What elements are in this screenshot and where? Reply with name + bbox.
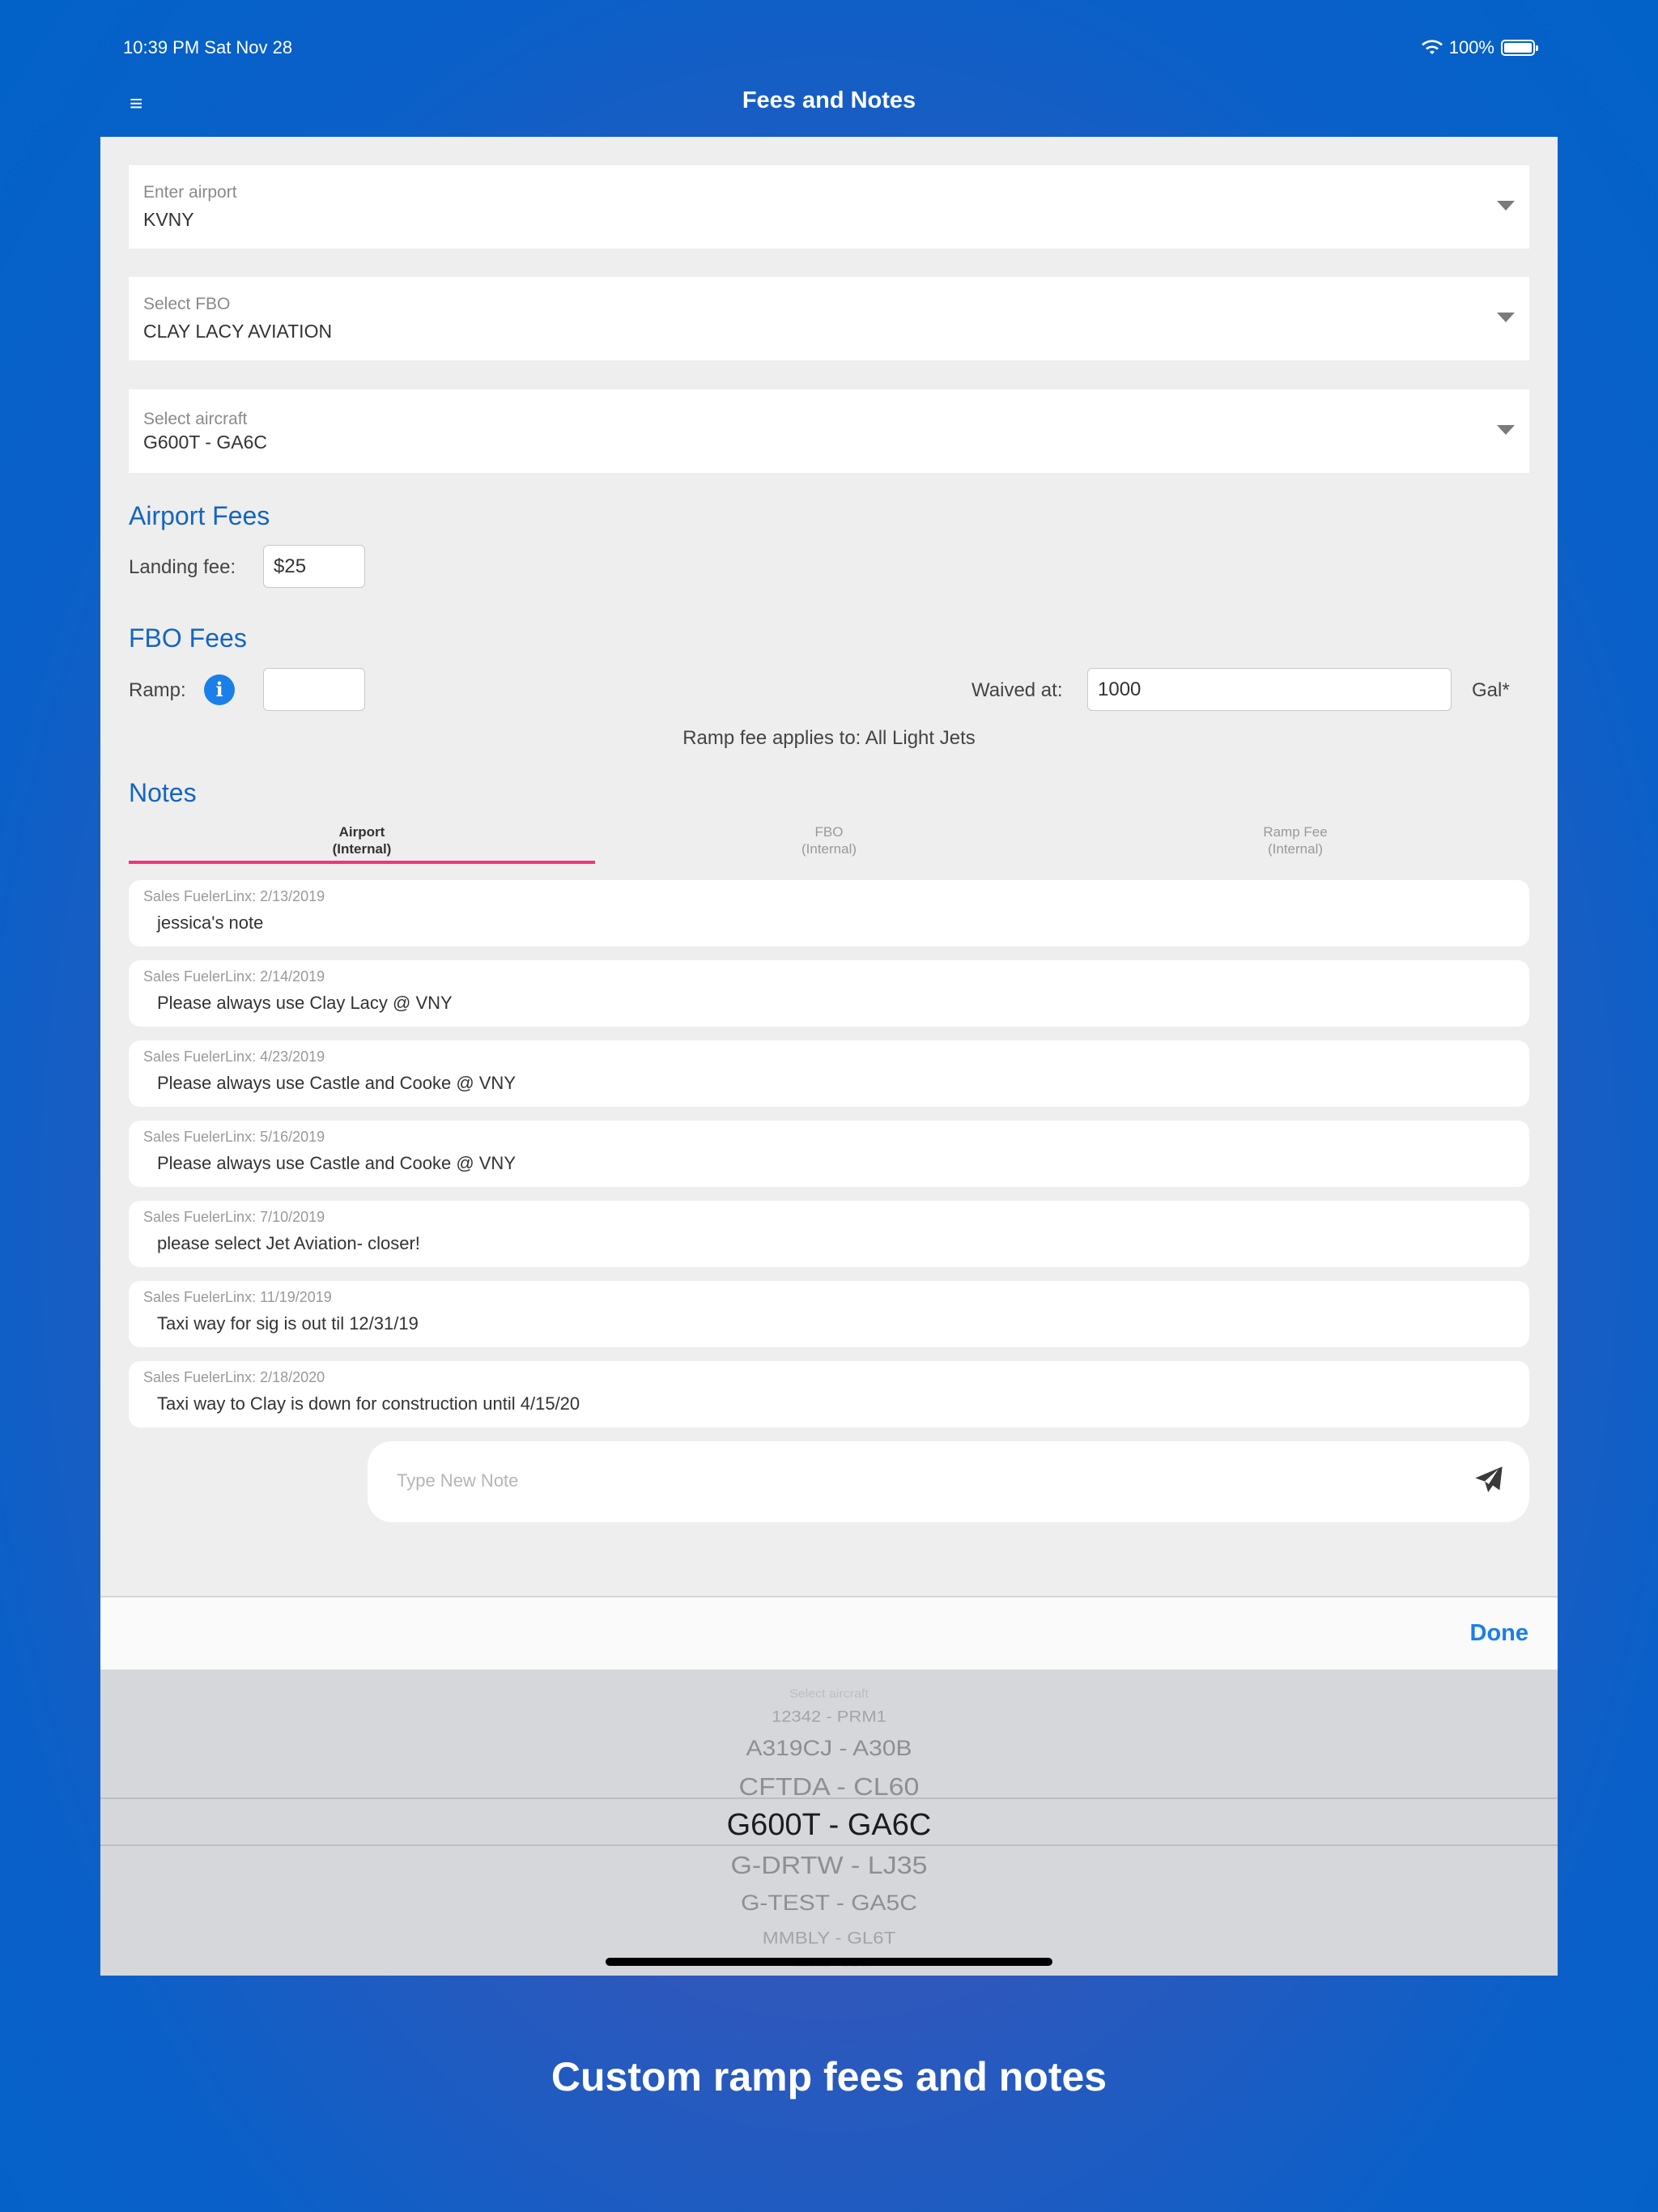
fbo-select[interactable]: Select FBO CLAY LACY AVIATION bbox=[129, 277, 1529, 360]
new-note-placeholder: Type New Note bbox=[397, 1470, 519, 1491]
fbo-fees-heading: FBO Fees bbox=[129, 623, 247, 653]
status-time: 10:39 PM Sat Nov 28 bbox=[123, 37, 293, 57]
note-meta: Sales FuelerLinx: 11/19/2019 bbox=[143, 1289, 332, 1305]
done-button[interactable]: Done bbox=[1470, 1620, 1529, 1647]
new-note-input[interactable]: Type New Note bbox=[368, 1441, 1529, 1522]
note-text: Taxi way to Clay is down for constructio… bbox=[157, 1393, 580, 1414]
picker-option[interactable]: CFTDA - CL60 bbox=[100, 1773, 1558, 1802]
content-panel: Enter airport KVNY Select FBO CLAY LACY … bbox=[100, 137, 1558, 1976]
battery-icon bbox=[1501, 40, 1538, 56]
ramp-fee-input[interactable] bbox=[263, 668, 365, 711]
note-meta: Sales FuelerLinx: 7/10/2019 bbox=[143, 1209, 325, 1225]
info-icon[interactable]: i bbox=[204, 674, 235, 705]
note-text: jessica's note bbox=[157, 912, 264, 933]
note-item[interactable]: Sales FuelerLinx: 4/23/2019 Please always… bbox=[129, 1040, 1529, 1107]
tab-fbo-internal[interactable]: FBO (Internal) bbox=[596, 823, 1062, 857]
active-tab-indicator bbox=[129, 861, 595, 864]
picker-option[interactable]: G-TEST - GA5C bbox=[100, 1891, 1558, 1916]
tab-airport-internal[interactable]: Airport (Internal) bbox=[129, 823, 595, 857]
note-text: Please always use Castle and Cooke @ VNY bbox=[157, 1073, 516, 1093]
airport-select[interactable]: Enter airport KVNY bbox=[129, 165, 1529, 249]
waived-input[interactable]: 1000 bbox=[1087, 668, 1452, 711]
ramp-label: Ramp: bbox=[129, 679, 186, 701]
note-text: Taxi way for sig is out til 12/31/19 bbox=[157, 1313, 419, 1334]
field-label: Select aircraft bbox=[143, 410, 248, 428]
note-meta: Sales FuelerLinx: 2/14/2019 bbox=[143, 968, 325, 985]
note-meta: Sales FuelerLinx: 4/23/2019 bbox=[143, 1049, 325, 1065]
waived-label: Waived at: bbox=[971, 679, 1063, 701]
note-text: please select Jet Aviation- closer! bbox=[157, 1233, 420, 1253]
field-value: G600T - GA6C bbox=[143, 432, 267, 453]
home-indicator[interactable] bbox=[606, 1958, 1052, 1966]
battery-percent: 100% bbox=[1448, 37, 1494, 57]
notes-heading: Notes bbox=[129, 778, 197, 807]
tab-label: Airport bbox=[338, 824, 385, 840]
note-meta: Sales FuelerLinx: 2/13/2019 bbox=[143, 888, 325, 904]
note-item[interactable]: Sales FuelerLinx: 11/19/2019 Taxi way for… bbox=[129, 1281, 1529, 1347]
picker-option[interactable]: G-DRTW - LJ35 bbox=[100, 1852, 1558, 1880]
caption: Custom ramp fees and notes bbox=[551, 2054, 1107, 2099]
picker-option[interactable]: 12342 - PRM1 bbox=[100, 1707, 1558, 1725]
note-text: Please always use Clay Lacy @ VNY bbox=[157, 993, 453, 1013]
note-item[interactable]: Sales FuelerLinx: 7/10/2019 please select… bbox=[129, 1201, 1529, 1267]
tab-sublabel: (Internal) bbox=[1267, 841, 1324, 857]
picker-option[interactable]: MMBLY - GL6T bbox=[100, 1928, 1558, 1948]
field-label: Enter airport bbox=[143, 183, 237, 202]
landing-fee-input[interactable]: $25 bbox=[263, 545, 365, 588]
dropdown-arrow-icon[interactable] bbox=[1497, 313, 1515, 322]
wifi-icon bbox=[1421, 40, 1443, 54]
note-item[interactable]: Sales FuelerLinx: 2/18/2020 Taxi way to C… bbox=[129, 1361, 1529, 1427]
dropdown-arrow-icon[interactable] bbox=[1497, 201, 1515, 211]
status-right: 100% bbox=[1421, 37, 1538, 58]
send-icon[interactable] bbox=[1473, 1464, 1505, 1496]
tab-label: Ramp Fee bbox=[1263, 824, 1328, 840]
note-text: Please always use Castle and Cooke @ VNY bbox=[157, 1153, 516, 1173]
picker-toolbar: Done bbox=[100, 1596, 1558, 1670]
ramp-applies-text: Ramp fee applies to: All Light Jets bbox=[682, 727, 976, 749]
picker-option[interactable]: Select aircraft bbox=[100, 1688, 1558, 1701]
tab-ramp-fee-internal[interactable]: Ramp Fee (Internal) bbox=[1062, 823, 1528, 857]
note-meta: Sales FuelerLinx: 2/18/2020 bbox=[143, 1369, 325, 1385]
field-value: CLAY LACY AVIATION bbox=[143, 321, 333, 342]
note-item[interactable]: Sales FuelerLinx: 2/13/2019 jessica's not… bbox=[129, 880, 1529, 946]
gallons-unit: Gal* bbox=[1472, 679, 1510, 701]
tab-label: FBO bbox=[814, 824, 844, 840]
dropdown-arrow-icon[interactable] bbox=[1497, 425, 1515, 435]
picker-option[interactable]: G600T - GA6C bbox=[100, 1808, 1558, 1843]
landing-fee-label: Landing fee: bbox=[129, 556, 236, 578]
tab-sublabel: (Internal) bbox=[801, 841, 857, 857]
field-label: Select FBO bbox=[143, 295, 231, 313]
note-item[interactable]: Sales FuelerLinx: 2/14/2019 Please always… bbox=[129, 960, 1529, 1027]
note-meta: Sales FuelerLinx: 5/16/2019 bbox=[143, 1129, 325, 1145]
aircraft-picker[interactable]: Select aircraft 12342 - PRM1 A319CJ - A30B… bbox=[100, 1670, 1558, 1976]
aircraft-select[interactable]: Select aircraft G600T - GA6C bbox=[129, 389, 1529, 473]
note-item[interactable]: Sales FuelerLinx: 5/16/2019 Please always… bbox=[129, 1121, 1529, 1187]
picker-option[interactable]: A319CJ - A30B bbox=[100, 1737, 1558, 1762]
page-title: Fees and Notes bbox=[742, 87, 916, 113]
airport-fees-heading: Airport Fees bbox=[129, 501, 270, 530]
field-value: KVNY bbox=[143, 209, 194, 230]
tab-sublabel: (Internal) bbox=[332, 841, 392, 857]
status-bar: 10:39 PM Sat Nov 28 100% bbox=[0, 0, 1658, 89]
